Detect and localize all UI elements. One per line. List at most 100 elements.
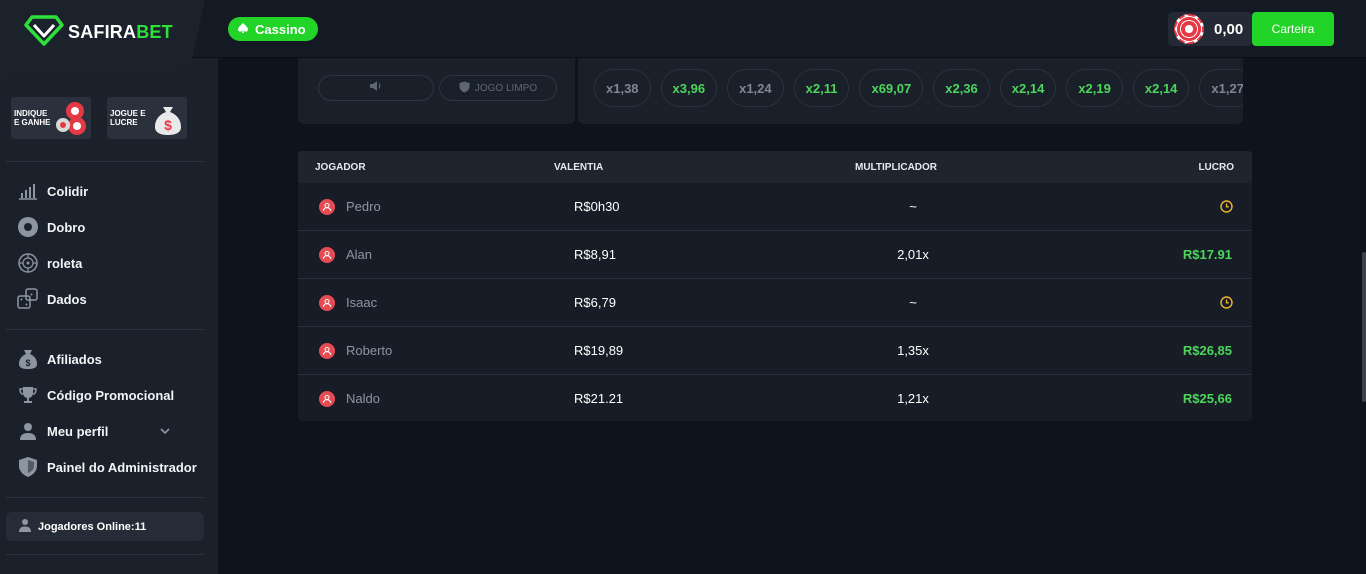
sidebar-item-painel-administrador[interactable]: Painel do Administrador	[17, 455, 197, 479]
spade-icon	[237, 22, 249, 37]
table-body: Pedro R$0h30 ~ Alan R$8,91 2,01x R$17.91 Isaac R…	[298, 183, 1252, 421]
user-icon	[17, 420, 39, 442]
sidebar-item-dados[interactable]: Dados	[17, 287, 87, 311]
multiplier-chip[interactable]: x2,14	[1132, 69, 1190, 107]
shield-icon	[17, 456, 39, 478]
cashout-multiplier: 1,35x	[897, 343, 929, 358]
cashout-multiplier: ~	[909, 199, 917, 214]
sidebar-item-afiliados[interactable]: $ Afiliados	[17, 347, 102, 371]
online-players-label: Jogadores Online:11	[38, 520, 147, 533]
bet-amount: R$6,79	[574, 295, 616, 310]
profit-amount: R$17.91	[1182, 247, 1232, 262]
table-row: Naldo R$21.21 1,21x R$25,66	[298, 375, 1252, 421]
promo-indique-ganhe[interactable]: INDIQUE E GANHE	[11, 97, 91, 139]
avatar-icon	[319, 391, 335, 407]
balance-display: 0,00	[1168, 12, 1252, 46]
logo-text: SAFIRABET	[68, 22, 173, 43]
multiplier-chip[interactable]: x2,11	[793, 69, 850, 107]
online-players-badge: Jogadores Online:11	[6, 512, 204, 541]
bet-amount: R$8,91	[574, 247, 616, 262]
sidebar-item-meu-perfil[interactable]: Meu perfil	[17, 419, 170, 443]
multiplier-chip[interactable]: x2,14	[999, 69, 1057, 107]
clock-icon	[1220, 296, 1233, 312]
profit-amount: R$26,85	[1182, 343, 1232, 358]
column-header-multiplier: MULTIPLICADOR	[855, 162, 938, 173]
money-bag-promo-icon: $	[149, 99, 187, 137]
multiplier-chip[interactable]: x2,19	[1066, 69, 1123, 107]
svg-text:$: $	[164, 117, 172, 133]
player-name: Isaac	[346, 295, 378, 310]
sidebar-item-label: roleta	[47, 255, 83, 271]
multiplier-history-list: x1,38 x3,96 x1,24 x2,11 x69,07 x2,36 x2,14 x2,1…	[594, 69, 1243, 107]
promo-jogue-lucre[interactable]: JOGUE E LUCRE $	[107, 97, 187, 139]
roulette-icon	[17, 252, 39, 274]
cassino-button[interactable]: Cassino	[228, 17, 318, 41]
column-header-profit: LUCRO	[1198, 162, 1234, 173]
fair-game-label: JOGO LIMPO	[474, 82, 538, 94]
chevron-down-icon[interactable]	[159, 425, 171, 440]
logo[interactable]: SAFIRABET	[24, 14, 173, 51]
sidebar-item-label: Dobro	[47, 219, 86, 235]
top-header: Cassino 0,00 Carteira	[0, 0, 1366, 58]
multiplier-chip[interactable]: x1,24	[727, 69, 784, 107]
multiplier-chip[interactable]: x1,27	[1199, 69, 1243, 107]
sidebar-item-label: Dados	[47, 291, 87, 307]
sidebar-item-roleta[interactable]: roleta	[17, 251, 82, 275]
multiplier-chip[interactable]: x2,36	[933, 69, 990, 107]
avatar-icon	[319, 295, 335, 311]
cashout-multiplier: 2,01x	[897, 247, 929, 262]
table-row: Roberto R$19,89 1,35x R$26,85	[298, 327, 1252, 375]
cassino-label: Cassino	[255, 21, 306, 37]
player-name: Alan	[346, 247, 373, 262]
user-icon	[18, 518, 32, 535]
cashout-multiplier: 1,21x	[897, 391, 929, 406]
table-row: Isaac R$6,79 ~	[298, 279, 1252, 327]
bets-table: JOGADOR VALENTIA MULTIPLICADOR LUCRO Ped…	[298, 151, 1252, 421]
sidebar-item-codigo-promocional[interactable]: Código Promocional	[17, 383, 174, 407]
shield-check-icon	[459, 81, 470, 96]
fair-game-button[interactable]: JOGO LIMPO	[439, 75, 557, 101]
table-header: JOGADOR VALENTIA MULTIPLICADOR LUCRO	[298, 151, 1252, 183]
table-row: Alan R$8,91 2,01x R$17.91	[298, 231, 1252, 279]
balance-value: 0,00	[1214, 20, 1244, 38]
sidebar-item-label: Afiliados	[47, 351, 102, 367]
sidebar-item-dobro[interactable]: Dobro	[17, 215, 85, 239]
page-scrollbar[interactable]	[1362, 252, 1366, 402]
avatar-icon	[319, 199, 335, 215]
sidebar-item-label: Meu perfil	[47, 423, 109, 439]
sidebar-item-colidir[interactable]: Colidir	[17, 179, 88, 203]
logo-main: SAFIRA	[68, 22, 137, 42]
profit-amount: R$25,66	[1182, 391, 1232, 406]
speaker-icon	[369, 79, 383, 97]
player-name: Roberto	[346, 343, 393, 358]
multiplier-history-panel: x1,38 x3,96 x1,24 x2,11 x69,07 x2,36 x2,14 x2,1…	[578, 58, 1243, 124]
bet-amount: R$19,89	[574, 343, 624, 358]
column-header-bet: VALENTIA	[554, 162, 604, 173]
bet-amount: R$21.21	[574, 391, 624, 406]
sidebar-item-label: Código Promocional	[47, 387, 175, 403]
sidebar-divider	[6, 161, 204, 162]
sidebar-divider	[6, 329, 204, 330]
sidebar-divider	[6, 554, 204, 555]
column-header-player: JOGADOR	[315, 162, 366, 173]
game-controls-panel: JOGO LIMPO	[298, 58, 575, 124]
dice-icon	[17, 288, 39, 310]
svg-text:$: $	[25, 358, 30, 368]
trophy-icon	[17, 384, 39, 406]
avatar-icon	[319, 343, 335, 359]
money-bag-icon: $	[17, 348, 39, 370]
bet-amount: R$0h30	[574, 199, 620, 214]
sidebar-item-label: Colidir	[47, 183, 89, 199]
multiplier-chip[interactable]: x1,38	[594, 69, 651, 107]
multiplier-chip[interactable]: x69,07	[859, 69, 924, 107]
cashout-multiplier: ~	[909, 295, 917, 310]
wallet-button[interactable]: Carteira	[1252, 12, 1334, 46]
sidebar: INDIQUE E GANHE JOGUE E LUCRE $ Colidir	[0, 58, 218, 574]
multiplier-chip[interactable]: x3,96	[660, 69, 718, 107]
promo-text: JOGUE E LUCRE	[110, 109, 146, 127]
sound-toggle-button[interactable]	[318, 75, 434, 101]
promo-text: INDIQUE E GANHE	[14, 109, 51, 127]
disc-icon	[17, 216, 39, 238]
sidebar-divider	[6, 497, 204, 498]
chip-icon	[1174, 14, 1204, 44]
